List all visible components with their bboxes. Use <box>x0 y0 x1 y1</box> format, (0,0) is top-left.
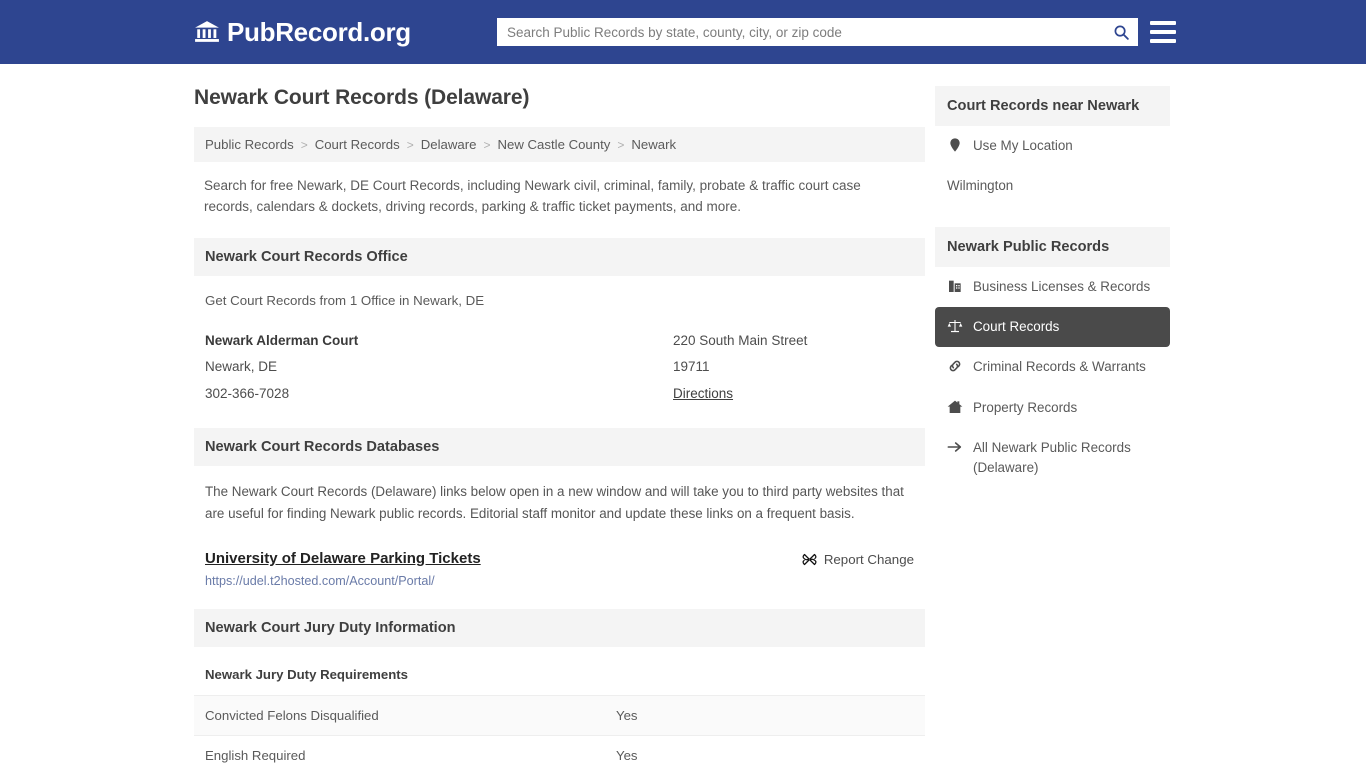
sidebar-item-label: Criminal Records & Warrants <box>973 359 1146 375</box>
hamburger-bar <box>1150 21 1176 25</box>
sidebar-item-court-records[interactable]: Court Records <box>935 307 1170 348</box>
office-entry: Newark Alderman Court Newark, DE 302-366… <box>205 308 914 407</box>
section-header-office: Newark Court Records Office <box>194 238 925 277</box>
jury-row-value: Yes <box>605 734 925 768</box>
sidebar-item-label: All Newark Public Records (Delaware) <box>973 439 1131 475</box>
page-title: Newark Court Records (Delaware) <box>194 86 530 109</box>
office-directions-link[interactable]: Directions <box>673 386 733 401</box>
sidebar-near-list: Use My Location Wilmington <box>935 126 1170 206</box>
arrow-right-icon <box>947 441 962 452</box>
breadcrumb-item-new-castle-county[interactable]: New Castle County <box>497 137 610 152</box>
office-street: 220 South Main Street <box>673 333 808 349</box>
page-container: Newark Court Records (Delaware) Public R… <box>0 64 1366 768</box>
breadcrumb-item-delaware[interactable]: Delaware <box>421 137 477 152</box>
report-change-label: Report Change <box>823 551 914 567</box>
site-logo-text: PubRecord.org <box>227 16 411 47</box>
site-header: PubRecord.org <box>0 0 1366 64</box>
sidebar-item-use-my-location[interactable]: Use My Location <box>935 126 1170 166</box>
breadcrumb-item-court-records[interactable]: Court Records <box>315 137 400 152</box>
search-bar[interactable] <box>497 18 1138 46</box>
office-count-note: Get Court Records from 1 Office in Newar… <box>205 293 485 309</box>
breadcrumb-item-public-records[interactable]: Public Records <box>205 137 294 152</box>
jury-row-label: Convicted Felons Disqualified <box>194 694 605 736</box>
sidebar-item-wilmington[interactable]: Wilmington <box>935 166 1170 206</box>
jury-requirements-table: Convicted Felons Disqualified Yes Englis… <box>194 694 925 768</box>
sidebar-item-label: Property Records <box>973 399 1078 415</box>
briefcase-icon <box>949 280 961 293</box>
sidebar-item-label: Wilmington <box>947 178 1014 194</box>
table-row: Convicted Felons Disqualified Yes <box>194 694 925 736</box>
hamburger-menu-icon[interactable] <box>1150 19 1176 45</box>
database-entry: University of Delaware Parking Tickets R… <box>205 524 914 567</box>
sidebar-item-business-licenses[interactable]: Business Licenses & Records <box>935 267 1170 307</box>
office-city-state: Newark, DE <box>205 359 278 375</box>
site-logo[interactable]: PubRecord.org <box>194 17 411 48</box>
search-input[interactable] <box>497 18 1104 46</box>
report-change-button[interactable]: Report Change <box>802 550 914 567</box>
section-header-jury-duty: Newark Court Jury Duty Information <box>194 608 925 647</box>
jury-row-value: Yes <box>605 694 925 736</box>
sidebar-public-records-list: Business Licenses & Records Court Record… <box>935 267 1170 488</box>
sidebar: Court Records near Newark Use My Locatio… <box>935 86 1170 488</box>
house-icon <box>947 400 963 413</box>
page-intro-text: Search for free Newark, DE Court Records… <box>204 178 861 214</box>
breadcrumb: Public Records > Court Records > Delawar… <box>194 127 925 162</box>
database-entry-url[interactable]: https://udel.t2hosted.com/Account/Portal… <box>205 567 914 588</box>
databases-section-body: The Newark Court Records (Delaware) link… <box>194 466 925 587</box>
jury-row-label: English Required <box>194 734 605 768</box>
sidebar-heading-near: Court Records near Newark <box>935 86 1170 126</box>
office-name: Newark Alderman Court <box>205 333 359 349</box>
breadcrumb-item-newark[interactable]: Newark <box>631 137 676 152</box>
table-row: English Required Yes <box>194 734 925 768</box>
chain-link-icon <box>949 361 961 372</box>
office-zip: 19711 <box>673 359 710 375</box>
database-entry-title-link[interactable]: University of Delaware Parking Tickets <box>205 550 481 567</box>
broken-link-icon <box>802 553 817 565</box>
sidebar-item-label: Use My Location <box>973 138 1073 153</box>
map-pin-icon <box>950 138 960 152</box>
breadcrumb-separator: > <box>406 137 414 152</box>
scales-of-justice-icon <box>947 320 963 333</box>
hamburger-bar <box>1150 39 1176 43</box>
hamburger-bar <box>1150 30 1176 34</box>
sidebar-item-label: Business Licenses & Records <box>973 279 1151 295</box>
databases-description: The Newark Court Records (Delaware) link… <box>205 484 904 521</box>
breadcrumb-separator: > <box>617 137 625 152</box>
office-phone: 302-366-7028 <box>205 385 290 401</box>
bank-building-icon <box>195 21 219 42</box>
sidebar-item-property-records[interactable]: Property Records <box>935 388 1170 428</box>
office-details-right: 220 South Main Street 19711 Directions <box>673 328 914 407</box>
breadcrumb-separator: > <box>300 137 308 152</box>
search-button[interactable] <box>1104 18 1138 46</box>
section-header-databases: Newark Court Records Databases <box>194 428 925 467</box>
jury-requirements-subheading: Newark Jury Duty Requirements <box>205 666 409 682</box>
sidebar-item-label: Court Records <box>973 319 1060 335</box>
office-details-left: Newark Alderman Court Newark, DE 302-366… <box>205 328 673 407</box>
breadcrumb-separator: > <box>483 137 491 152</box>
search-icon <box>1114 25 1129 40</box>
office-section-body: Get Court Records from 1 Office in Newar… <box>194 276 925 407</box>
main-content: Newark Court Records (Delaware) Public R… <box>194 86 925 768</box>
sidebar-item-all-public-records[interactable]: All Newark Public Records (Delaware) <box>935 428 1170 488</box>
sidebar-item-criminal-records[interactable]: Criminal Records & Warrants <box>935 347 1170 387</box>
sidebar-heading-public-records: Newark Public Records <box>935 227 1170 268</box>
